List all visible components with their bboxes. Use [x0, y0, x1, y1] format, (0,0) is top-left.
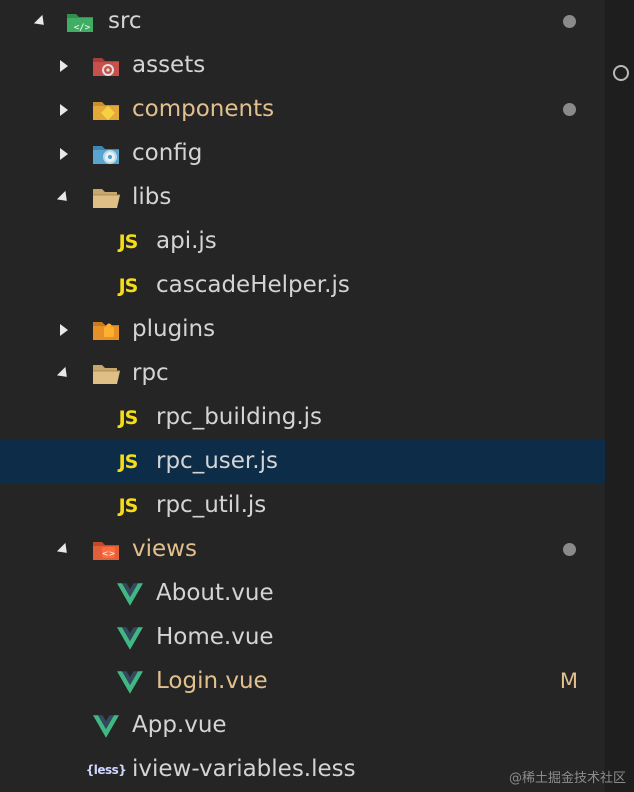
tree-row-api-js[interactable]: JS api.js: [0, 220, 605, 264]
tree-item-label: Home.vue: [156, 624, 274, 650]
vue-file-icon: [114, 580, 146, 608]
views-folder-icon: <>: [90, 536, 122, 564]
tree-item-label: rpc_util.js: [156, 492, 267, 518]
tree-item-label: About.vue: [156, 580, 274, 606]
chevron-down-icon[interactable]: [54, 364, 74, 384]
file-explorer-tree: </> src assets components config libs JS ap…: [0, 0, 605, 792]
config-folder-icon: [90, 140, 122, 168]
assets-folder-icon: [90, 52, 122, 80]
tree-item-label: iview-variables.less: [132, 756, 356, 782]
js-file-icon: JS: [118, 275, 139, 297]
tree-item-label: rpc_user.js: [156, 448, 278, 474]
tree-item-label: config: [132, 140, 203, 166]
chevron-right-icon[interactable]: [54, 100, 74, 120]
tree-row-assets[interactable]: assets: [0, 44, 605, 88]
components-folder-icon: [90, 96, 122, 124]
src-folder-icon: </>: [64, 8, 96, 36]
svg-text:<>: <>: [102, 549, 115, 558]
tree-item-label: assets: [132, 52, 206, 78]
chevron-right-icon[interactable]: [54, 56, 74, 76]
js-file-icon: JS: [118, 407, 139, 429]
scrollbar-gutter[interactable]: [605, 0, 634, 792]
tree-item-label: rpc: [132, 360, 169, 386]
modified-dot-icon: [563, 103, 576, 116]
tree-row-rpc[interactable]: rpc: [0, 352, 605, 396]
tree-item-label: views: [132, 536, 197, 562]
less-file-icon: {less}: [85, 763, 127, 777]
git-status-badge: M: [559, 669, 578, 693]
tree-row-home-vue[interactable]: Home.vue: [0, 616, 605, 660]
vue-file-icon: [114, 624, 146, 652]
tree-row-libs[interactable]: libs: [0, 176, 605, 220]
chevron-down-icon[interactable]: [54, 188, 74, 208]
svg-text:</>: </>: [74, 23, 91, 33]
js-file-icon: JS: [118, 451, 139, 473]
tree-item-label: rpc_building.js: [156, 404, 323, 430]
tree-row-login-vue[interactable]: Login.vue M: [0, 660, 605, 704]
tree-item-label: plugins: [132, 316, 216, 342]
chevron-right-icon[interactable]: [54, 320, 74, 340]
tree-row-rpc-building-js[interactable]: JS rpc_building.js: [0, 396, 605, 440]
vue-file-icon: [90, 712, 122, 740]
tree-item-label: api.js: [156, 228, 217, 254]
js-file-icon: JS: [118, 495, 139, 517]
watermark: @稀土掘金技术社区: [508, 771, 626, 786]
tree-row-src[interactable]: </> src: [0, 0, 605, 44]
chevron-down-icon[interactable]: [54, 540, 74, 560]
chevron-right-icon[interactable]: [54, 144, 74, 164]
open-folder-icon: [90, 360, 122, 388]
open-folder-icon: [90, 184, 122, 212]
tree-row-views[interactable]: <> views: [0, 528, 605, 572]
tree-row-about-vue[interactable]: About.vue: [0, 572, 605, 616]
tree-item-label: cascadeHelper.js: [156, 272, 350, 298]
tree-item-label: App.vue: [132, 712, 227, 738]
tree-item-label: components: [132, 96, 275, 122]
js-file-icon: JS: [118, 231, 139, 253]
tree-row-rpc-util-js[interactable]: JS rpc_util.js: [0, 484, 605, 528]
minimap-ring-icon: [613, 65, 629, 81]
tree-row-components[interactable]: components: [0, 88, 605, 132]
tree-item-label: libs: [132, 184, 172, 210]
chevron-down-icon[interactable]: [31, 12, 51, 32]
tree-row-app-vue[interactable]: App.vue: [0, 704, 605, 748]
tree-item-label: src: [108, 8, 142, 34]
tree-row-plugins[interactable]: plugins: [0, 308, 605, 352]
plugins-folder-icon: [90, 316, 122, 344]
tree-row-cascadehelper-js[interactable]: JS cascadeHelper.js: [0, 264, 605, 308]
tree-row-config[interactable]: config: [0, 132, 605, 176]
vue-file-icon: [114, 668, 146, 696]
modified-dot-icon: [563, 15, 576, 28]
tree-row-rpc-user-js[interactable]: JS rpc_user.js: [0, 440, 605, 484]
tree-item-label: Login.vue: [156, 668, 268, 694]
modified-dot-icon: [563, 543, 576, 556]
